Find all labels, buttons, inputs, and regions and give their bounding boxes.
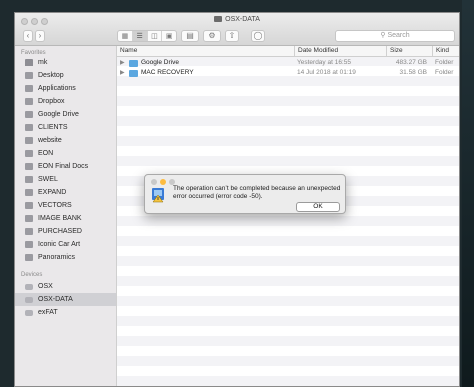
file-date: Yesterday at 16:55 — [297, 59, 351, 66]
icon-view-icon[interactable]: ▦ — [118, 31, 133, 41]
folder-icon — [25, 189, 33, 196]
file-list: Name Date Modified Size Kind ▶ Google Dr… — [117, 46, 459, 386]
column-size[interactable]: Size — [386, 46, 432, 56]
folder-icon — [25, 124, 33, 131]
column-view-icon[interactable]: ◫ — [148, 31, 163, 41]
sidebar-item-vectors[interactable]: VECTORS — [15, 199, 116, 212]
finder-warning-icon — [152, 188, 164, 203]
share-icon[interactable]: ⇧ — [225, 30, 239, 42]
folder-icon — [25, 176, 33, 183]
sidebar-item-osx-data[interactable]: OSX-DATA — [15, 293, 116, 306]
disclosure-triangle-icon[interactable]: ▶ — [120, 68, 125, 78]
folder-icon — [25, 150, 33, 157]
file-kind: Folder — [435, 69, 454, 76]
error-dialog: The operation can’t be completed because… — [144, 174, 346, 214]
gear-icon[interactable]: ⚙ — [203, 30, 221, 42]
window-title: OSX-DATA — [225, 16, 260, 23]
forward-button[interactable]: › — [35, 30, 45, 42]
file-size: 483.27 GB — [395, 59, 427, 66]
folder-icon — [214, 16, 223, 22]
column-kind[interactable]: Kind — [432, 46, 459, 56]
dialog-minimize-button[interactable] — [160, 179, 166, 185]
column-header: Name Date Modified Size Kind — [117, 46, 459, 57]
sidebar-item-osx[interactable]: OSX — [15, 280, 116, 293]
sidebar-item-eon[interactable]: EON — [15, 147, 116, 160]
search-input[interactable]: ⚲ Search — [335, 30, 455, 42]
dialog-close-button[interactable] — [151, 179, 157, 185]
sidebar: Favorites mk Desktop Applications Dropbo… — [15, 46, 117, 386]
file-name: MAC RECOVERY — [141, 69, 194, 76]
applications-icon — [25, 85, 33, 92]
sidebar-item-exfat[interactable]: exFAT — [15, 306, 116, 319]
column-name[interactable]: Name — [117, 46, 295, 56]
table-row[interactable]: ▶ MAC RECOVERY 14 Jul 2018 at 01:19 31.5… — [117, 68, 459, 78]
ok-button[interactable]: OK — [296, 202, 340, 212]
file-name: Google Drive — [141, 59, 179, 66]
sidebar-item-google-drive[interactable]: Google Drive — [15, 108, 116, 121]
folder-icon — [25, 202, 33, 209]
folder-icon — [25, 228, 33, 235]
search-icon: ⚲ — [380, 32, 386, 39]
folder-icon — [25, 163, 33, 170]
desktop-icon — [25, 72, 33, 79]
file-date: 14 Jul 2018 at 01:19 — [297, 69, 356, 76]
dropbox-icon — [25, 98, 33, 105]
sidebar-item-dropbox[interactable]: Dropbox — [15, 95, 116, 108]
folder-icon — [129, 60, 138, 67]
sidebar-item-panoramics[interactable]: Panoramics — [15, 251, 116, 264]
drive-icon — [25, 283, 33, 290]
home-icon — [25, 59, 33, 66]
group-menu-button[interactable]: ▤ — [181, 30, 199, 42]
folder-icon — [25, 241, 33, 248]
desktop-background — [462, 0, 474, 387]
tag-icon[interactable]: ◯ — [251, 30, 265, 42]
sidebar-item-purchased[interactable]: PURCHASED — [15, 225, 116, 238]
folder-icon — [129, 70, 138, 77]
gallery-view-icon[interactable]: ▣ — [162, 31, 176, 41]
list-view-icon[interactable]: ☰ — [132, 31, 148, 41]
sidebar-section-devices: Devices — [21, 272, 43, 278]
table-row[interactable]: ▶ Google Drive Yesterday at 16:55 483.27… — [117, 58, 459, 68]
sidebar-item-iconic-car-art[interactable]: Iconic Car Art — [15, 238, 116, 251]
folder-icon — [25, 215, 33, 222]
disclosure-triangle-icon[interactable]: ▶ — [120, 58, 125, 68]
sidebar-item-applications[interactable]: Applications — [15, 82, 116, 95]
view-mode-control[interactable]: ▦ ☰ ◫ ▣ — [117, 30, 177, 42]
column-date-modified[interactable]: Date Modified — [294, 46, 386, 56]
window-toolbar: OSX-DATA ‹ › ▦ ☰ ◫ ▣ ▤ ⚙ ⇧ ◯ ⚲ Search — [15, 13, 459, 46]
sidebar-item-image-bank[interactable]: IMAGE BANK — [15, 212, 116, 225]
folder-icon — [25, 111, 33, 118]
sidebar-item-clients[interactable]: CLIENTS — [15, 121, 116, 134]
sidebar-item-expand[interactable]: EXPAND — [15, 186, 116, 199]
sidebar-item-swel[interactable]: SWEL — [15, 173, 116, 186]
file-kind: Folder — [435, 59, 454, 66]
error-message: The operation can’t be completed because… — [173, 185, 341, 200]
folder-icon — [25, 254, 33, 261]
sidebar-item-eon-final-docs[interactable]: EON Final Docs — [15, 160, 116, 173]
folder-icon — [25, 137, 33, 144]
sidebar-item-desktop[interactable]: Desktop — [15, 69, 116, 82]
search-placeholder: Search — [387, 32, 410, 39]
back-button[interactable]: ‹ — [23, 30, 33, 42]
sidebar-item-website[interactable]: website — [15, 134, 116, 147]
file-size: 31.58 GB — [399, 69, 427, 76]
drive-icon — [25, 296, 33, 303]
drive-icon — [25, 309, 33, 316]
window-title-area: OSX-DATA — [15, 16, 459, 23]
sidebar-item-mk[interactable]: mk — [15, 56, 116, 69]
